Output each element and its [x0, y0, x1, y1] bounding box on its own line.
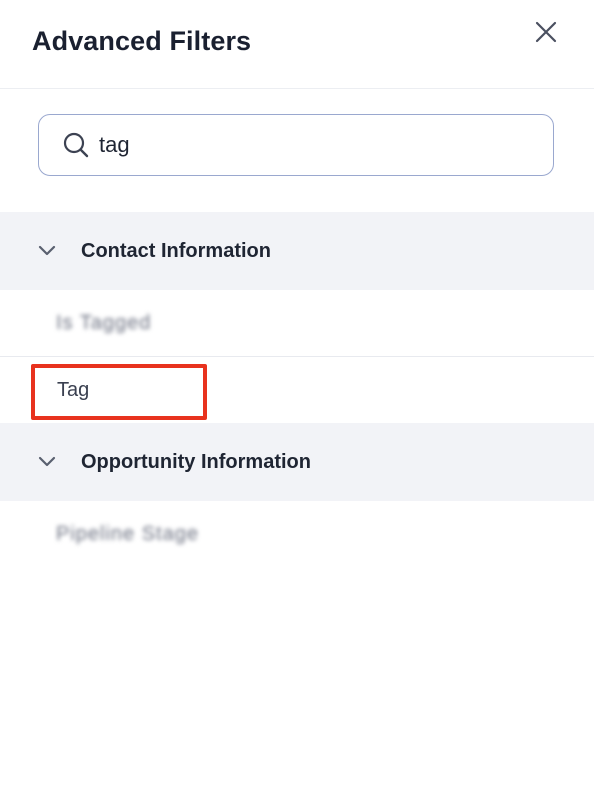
filter-option-tag[interactable]: Tag [0, 357, 594, 423]
panel-header: Advanced Filters [0, 0, 594, 89]
section-header-contact-information[interactable]: Contact Information [0, 212, 594, 290]
close-icon [535, 21, 557, 48]
filter-option-label: Is Tagged [56, 311, 152, 334]
chevron-down-icon [37, 241, 57, 261]
filter-option-is-tagged[interactable]: Is Tagged [0, 290, 594, 356]
section-label: Opportunity Information [81, 450, 311, 473]
panel-title: Advanced Filters [32, 26, 252, 56]
advanced-filters-panel: Advanced Filters Contact Information [0, 0, 594, 802]
filter-option-label: Tag [57, 378, 90, 401]
chevron-down-icon [37, 452, 57, 472]
search-icon [61, 130, 91, 160]
filter-option-label: Pipeline Stage [56, 522, 199, 545]
filter-option-pipeline-stage[interactable]: Pipeline Stage [0, 501, 594, 567]
close-button[interactable] [530, 18, 562, 50]
search-input[interactable] [97, 131, 521, 159]
search-box[interactable] [38, 114, 554, 176]
section-label: Contact Information [81, 239, 271, 262]
section-header-opportunity-information[interactable]: Opportunity Information [0, 423, 594, 501]
